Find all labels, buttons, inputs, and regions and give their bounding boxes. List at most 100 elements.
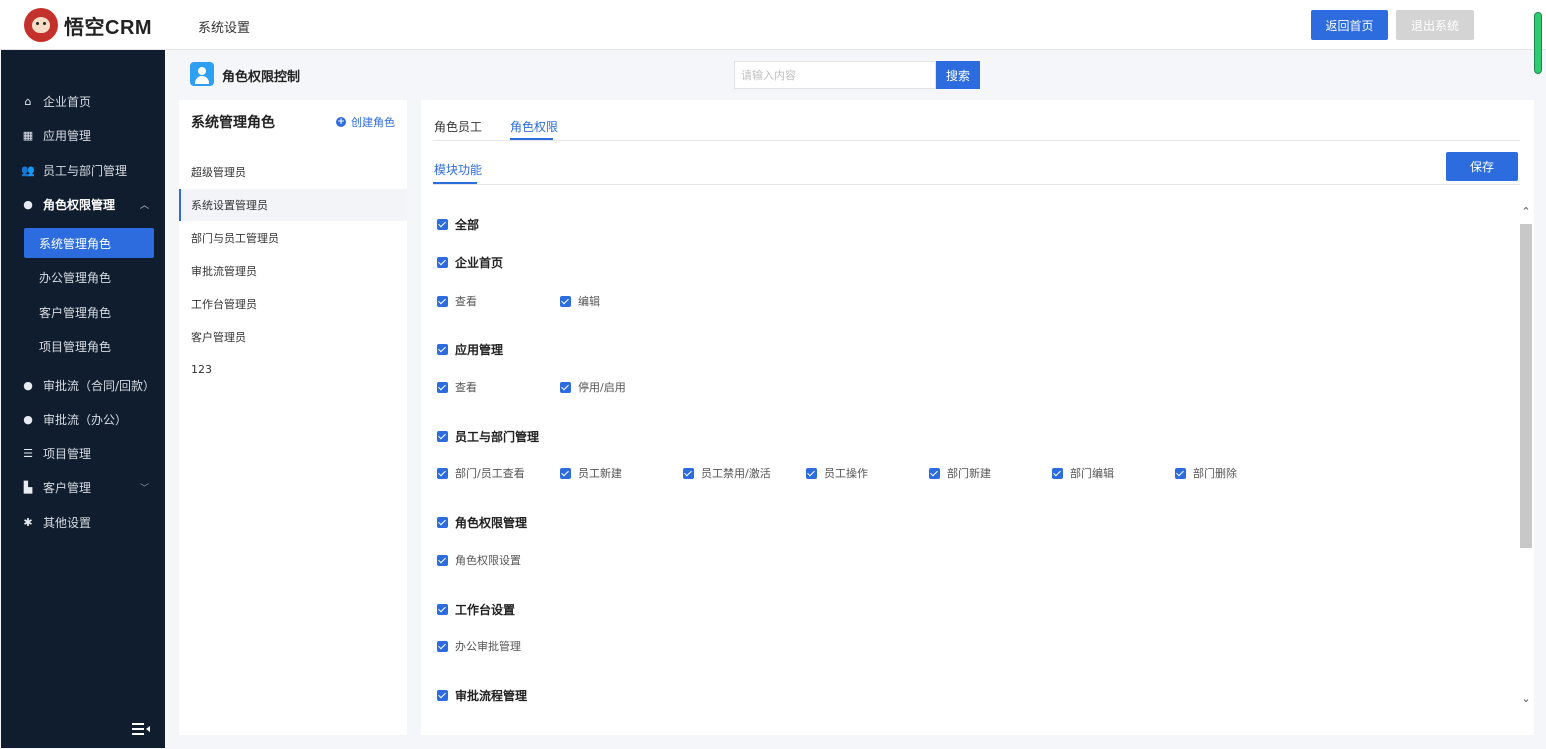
checkbox-checked-icon xyxy=(1052,467,1063,479)
checkbox-checked-icon xyxy=(437,257,448,268)
sidebar-item-label: 审批流（办公） xyxy=(43,412,128,427)
checkbox-checked-icon xyxy=(560,467,571,479)
checkbox-checked-icon xyxy=(560,295,571,307)
save-button[interactable]: 保存 xyxy=(1446,152,1518,181)
search-input[interactable]: 请输入内容 xyxy=(734,61,936,89)
sidebar-subitem-office-role[interactable]: 办公管理角色 xyxy=(24,262,154,292)
top-bar: 悟空CRM 系统设置 返回首页 退出系统 xyxy=(0,0,1546,50)
sidebar-item-label: 客户管理 xyxy=(43,480,92,495)
sidebar-subitem-customer-role[interactable]: 客户管理角色 xyxy=(24,297,154,327)
sidebar-item-apps[interactable]: ▦ 应用管理 xyxy=(1,122,165,148)
checkbox-checked-icon xyxy=(437,381,448,393)
sidebar-item-label: 其他设置 xyxy=(43,515,92,530)
scroll-down-icon[interactable]: ⌄ xyxy=(1520,692,1532,706)
users-icon: 👥 xyxy=(21,163,35,177)
sidebar-item-approval-office[interactable]: ● 审批流（办公） xyxy=(1,406,165,432)
subtab-module-functions[interactable]: 模块功能 xyxy=(434,161,482,178)
checkbox-checked-icon xyxy=(437,431,448,442)
scroll-up-icon[interactable]: ⌃ xyxy=(1520,205,1532,219)
role-item[interactable]: 超级管理员 xyxy=(179,156,407,188)
role-item[interactable]: 部门与员工管理员 xyxy=(179,222,407,254)
permission-all-checkbox[interactable]: 全部 xyxy=(437,216,479,233)
sidebar-item-label: 员工与部门管理 xyxy=(43,163,128,178)
role-list-panel: 系统管理角色 + 创建角色 超级管理员 系统设置管理员 部门与员工管理员 审批流… xyxy=(179,100,407,735)
search-button[interactable]: 搜索 xyxy=(936,61,980,89)
permission-item-checkbox[interactable]: 编辑 xyxy=(560,293,600,309)
sidebar-item-roles[interactable]: ● 角色权限管理 ︿ xyxy=(1,191,165,217)
gear-icon: ✱ xyxy=(23,515,33,529)
home-button[interactable]: 返回首页 xyxy=(1311,10,1388,40)
sidebar-item-projects[interactable]: ☰ 项目管理 xyxy=(1,440,165,466)
role-item[interactable]: 123 xyxy=(179,353,407,385)
create-role-button[interactable]: + 创建角色 xyxy=(336,114,395,130)
role-item-active[interactable]: 系统设置管理员 xyxy=(179,189,407,221)
role-panel-title: 系统管理角色 xyxy=(191,115,275,131)
permission-group-checkbox[interactable]: 角色权限管理 xyxy=(437,514,527,531)
collapse-menu-icon[interactable] xyxy=(132,722,150,736)
list-icon: ☰ xyxy=(23,446,33,460)
permission-item-checkbox[interactable]: 部门编辑 xyxy=(1052,465,1114,481)
permission-item-checkbox[interactable]: 办公审批管理 xyxy=(437,638,521,654)
permission-item-checkbox[interactable]: 员工操作 xyxy=(806,465,868,481)
building-icon: ▙ xyxy=(23,480,33,494)
permission-item-checkbox[interactable]: 员工禁用/激活 xyxy=(683,465,771,481)
checkbox-checked-icon xyxy=(683,467,694,479)
checkbox-checked-icon xyxy=(437,517,448,528)
sidebar-subitem-project-role[interactable]: 项目管理角色 xyxy=(24,331,154,361)
chevron-down-icon: ﹀ xyxy=(139,483,149,494)
logout-button[interactable]: 退出系统 xyxy=(1396,10,1474,40)
checkbox-checked-icon xyxy=(560,381,571,393)
sidebar: ⌂ 企业首页 ▦ 应用管理 👥 员工与部门管理 ● 角色权限管理 ︿ 系统管理角… xyxy=(1,50,165,748)
tab-role-staff[interactable]: 角色员工 xyxy=(434,118,482,135)
user-icon: ● xyxy=(23,378,33,392)
checkbox-checked-icon xyxy=(437,295,448,307)
checkbox-checked-icon xyxy=(806,467,817,479)
permission-group-checkbox[interactable]: 审批流程管理 xyxy=(437,687,527,704)
tab-role-permissions[interactable]: 角色权限 xyxy=(510,118,558,135)
plus-icon: + xyxy=(336,117,346,127)
permission-tree: 全部 企业首页 查看 编辑 应用管理 查看 停用/启用 员工与部门管理 部门/员… xyxy=(421,196,1534,720)
role-item[interactable]: 工作台管理员 xyxy=(179,288,407,320)
checkbox-checked-icon xyxy=(437,467,448,479)
logo[interactable]: 悟空CRM xyxy=(24,8,152,42)
sidebar-item-label: 应用管理 xyxy=(43,128,92,143)
user-card-icon xyxy=(190,62,214,86)
checkbox-checked-icon xyxy=(437,604,448,615)
checkbox-checked-icon xyxy=(437,219,448,230)
permission-item-checkbox[interactable]: 停用/启用 xyxy=(560,379,626,395)
grid-icon: ▦ xyxy=(22,128,34,142)
sidebar-item-home[interactable]: ⌂ 企业首页 xyxy=(1,88,165,114)
role-item[interactable]: 审批流管理员 xyxy=(179,255,407,287)
sidebar-subitem-system-role[interactable]: 系统管理角色 xyxy=(24,228,154,258)
checkbox-checked-icon xyxy=(437,554,448,566)
subtabs-divider xyxy=(433,184,1520,185)
permission-group-checkbox[interactable]: 员工与部门管理 xyxy=(437,428,539,445)
chevron-up-icon: ︿ xyxy=(139,200,149,211)
permission-item-checkbox[interactable]: 部门/员工查看 xyxy=(437,465,525,481)
permission-group-checkbox[interactable]: 企业首页 xyxy=(437,254,503,271)
sidebar-item-other-settings[interactable]: ✱ 其他设置 xyxy=(1,509,165,535)
permission-item-checkbox[interactable]: 部门新建 xyxy=(929,465,991,481)
permission-panel: 角色员工 角色权限 模块功能 保存 全部 企业首页 查看 编辑 应用管理 查看 … xyxy=(421,100,1534,735)
permission-group-checkbox[interactable]: 应用管理 xyxy=(437,341,503,358)
create-role-label: 创建角色 xyxy=(351,116,395,129)
sidebar-item-approval-contract[interactable]: ● 审批流（合同/回款） xyxy=(1,372,165,398)
sidebar-item-customers[interactable]: ▙ 客户管理 ﹀ xyxy=(1,474,165,500)
permission-item-checkbox[interactable]: 部门删除 xyxy=(1175,465,1237,481)
permission-item-checkbox[interactable]: 员工新建 xyxy=(560,465,622,481)
scrollbar-thumb[interactable] xyxy=(1520,224,1532,548)
section-title: 系统设置 xyxy=(198,21,251,36)
page-header: 角色权限控制 请输入内容 搜索 xyxy=(166,50,1546,100)
home-icon: ⌂ xyxy=(24,94,32,108)
role-item[interactable]: 客户管理员 xyxy=(179,321,407,353)
permission-item-checkbox[interactable]: 查看 xyxy=(437,379,477,395)
checkbox-checked-icon xyxy=(1175,467,1186,479)
user-icon: ● xyxy=(23,412,33,426)
permission-group-checkbox[interactable]: 工作台设置 xyxy=(437,601,515,618)
tabs-divider xyxy=(433,140,1520,141)
sidebar-item-label: 审批流（合同/回款） xyxy=(43,378,156,393)
permission-item-checkbox[interactable]: 角色权限设置 xyxy=(437,552,521,568)
sidebar-item-staff[interactable]: 👥 员工与部门管理 xyxy=(1,157,165,183)
user-icon: ● xyxy=(23,197,33,211)
permission-item-checkbox[interactable]: 查看 xyxy=(437,293,477,309)
